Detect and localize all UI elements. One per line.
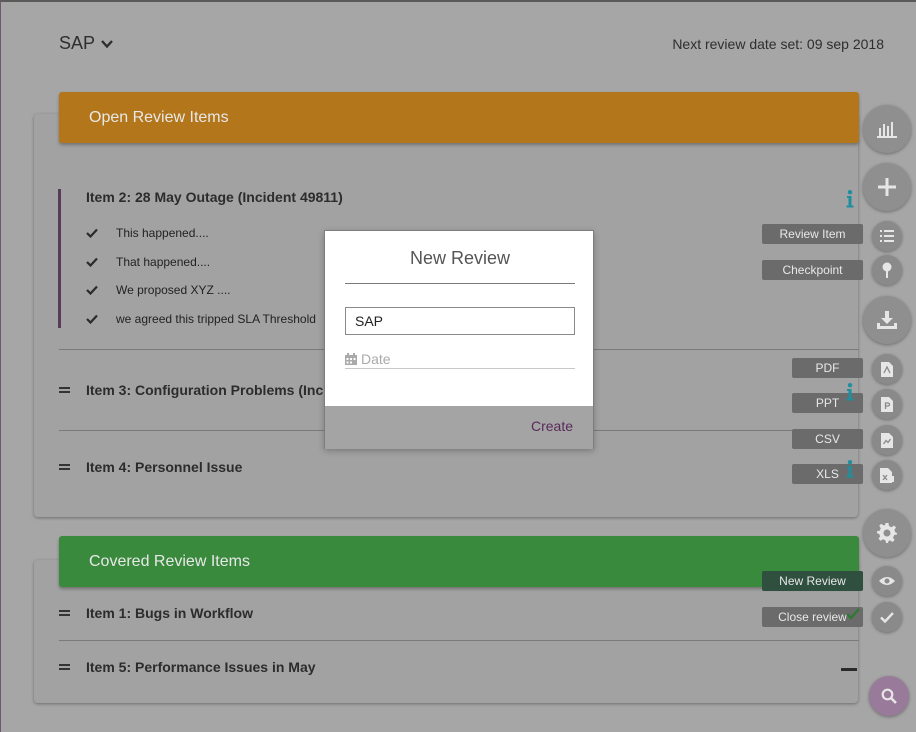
csv-fab[interactable] bbox=[872, 425, 902, 455]
review-point-text: That happened.... bbox=[116, 254, 211, 269]
csv-label[interactable]: CSV bbox=[792, 429, 863, 449]
review-point: This happened.... bbox=[86, 219, 316, 248]
checkpoint-fab[interactable] bbox=[872, 255, 902, 285]
review-item-row[interactable]: Item 3: Configuration Problems (Inc bbox=[59, 382, 323, 398]
modal-footer: Create bbox=[325, 406, 593, 449]
review-point: That happened.... bbox=[86, 248, 316, 277]
app-selector[interactable]: SAP bbox=[59, 33, 113, 54]
chevron-down-icon bbox=[101, 39, 113, 48]
check-icon bbox=[86, 257, 98, 267]
modal-divider bbox=[345, 283, 575, 284]
pdf-label[interactable]: PDF bbox=[792, 358, 863, 378]
date-placeholder: Date bbox=[361, 350, 391, 367]
drag-handle-icon[interactable] bbox=[59, 663, 70, 671]
eye-icon bbox=[879, 577, 895, 585]
add-fab[interactable] bbox=[863, 163, 911, 211]
check-icon bbox=[880, 611, 894, 623]
page-background: SAP Next review date set: 09 sep 2018 Op… bbox=[0, 0, 916, 732]
review-item-row[interactable]: Item 1: Bugs in Workflow bbox=[59, 605, 253, 621]
plus-icon bbox=[878, 178, 896, 196]
review-point: We proposed XYZ .... bbox=[86, 276, 316, 305]
download-fab[interactable] bbox=[863, 296, 911, 344]
info-icon[interactable] bbox=[846, 383, 854, 401]
pdf-file-icon bbox=[881, 361, 893, 377]
divider bbox=[59, 640, 859, 641]
ppt-file-icon bbox=[881, 396, 893, 412]
collapse-icon[interactable] bbox=[841, 668, 857, 671]
download-icon bbox=[877, 311, 897, 329]
review-item-row[interactable]: Item 5: Performance Issues in May bbox=[59, 659, 316, 675]
modal-title: New Review bbox=[409, 248, 511, 268]
new-review-label[interactable]: New Review bbox=[762, 571, 863, 591]
create-button[interactable]: Create bbox=[531, 418, 573, 434]
search-fab[interactable] bbox=[869, 676, 909, 716]
review-item-fab[interactable] bbox=[872, 221, 902, 251]
list-icon bbox=[880, 230, 894, 242]
pdf-fab[interactable] bbox=[872, 354, 902, 384]
xls-file-icon bbox=[880, 467, 894, 483]
checkpoint-label[interactable]: Checkpoint bbox=[762, 260, 863, 280]
review-item-title: Item 2: 28 May Outage (Incident 49811) bbox=[86, 189, 343, 205]
info-icon[interactable] bbox=[846, 460, 854, 478]
review-item-points: This happened.... That happened.... We p… bbox=[86, 219, 316, 333]
settings-fab[interactable] bbox=[863, 509, 911, 557]
check-icon bbox=[86, 229, 98, 239]
check-icon bbox=[86, 314, 98, 324]
app-name: SAP bbox=[59, 33, 96, 53]
review-point: we agreed this tripped SLA Threshold bbox=[86, 305, 316, 334]
drag-handle-icon[interactable] bbox=[59, 386, 70, 394]
review-item-title: Item 1: Bugs in Workflow bbox=[86, 605, 253, 621]
check-icon bbox=[86, 286, 98, 296]
review-item-label[interactable]: Review Item bbox=[762, 224, 863, 244]
search-icon bbox=[881, 688, 897, 704]
review-item-row[interactable]: Item 4: Personnel Issue bbox=[59, 459, 242, 475]
bar-chart-icon bbox=[877, 122, 897, 138]
drag-handle-icon[interactable] bbox=[59, 463, 70, 471]
review-item-title: Item 4: Personnel Issue bbox=[86, 459, 243, 475]
open-review-title: Open Review Items bbox=[89, 108, 229, 126]
date-field[interactable]: Date bbox=[345, 349, 575, 369]
top-bar: SAP Next review date set: 09 sep 2018 bbox=[1, 2, 916, 87]
gear-icon bbox=[877, 523, 897, 543]
review-point-text: This happened.... bbox=[116, 226, 209, 241]
review-name-input[interactable] bbox=[345, 307, 575, 335]
review-item-title: Item 5: Performance Issues in May bbox=[86, 659, 316, 675]
chart-fab[interactable] bbox=[863, 105, 911, 153]
drag-handle-icon[interactable] bbox=[59, 609, 70, 617]
open-review-header[interactable]: Open Review Items bbox=[59, 92, 859, 143]
review-item-title: Item 3: Configuration Problems (Inc bbox=[86, 382, 324, 398]
next-review-date: Next review date set: 09 sep 2018 bbox=[672, 36, 884, 52]
review-point-text: We proposed XYZ .... bbox=[116, 283, 231, 298]
pin-icon bbox=[882, 262, 892, 278]
covered-review-title: Covered Review Items bbox=[89, 552, 250, 570]
info-icon[interactable] bbox=[846, 190, 854, 208]
new-review-modal: New Review Date Create bbox=[324, 230, 594, 449]
calendar-icon bbox=[345, 352, 357, 365]
covered-review-header[interactable]: Covered Review Items bbox=[59, 536, 859, 587]
close-review-fab[interactable] bbox=[872, 602, 902, 632]
ppt-fab[interactable] bbox=[872, 389, 902, 419]
green-check-icon bbox=[846, 608, 860, 620]
new-review-fab[interactable] bbox=[872, 566, 902, 596]
csv-file-icon bbox=[881, 432, 893, 448]
xls-fab[interactable] bbox=[872, 460, 902, 490]
review-point-text: we agreed this tripped SLA Threshold bbox=[116, 311, 316, 326]
